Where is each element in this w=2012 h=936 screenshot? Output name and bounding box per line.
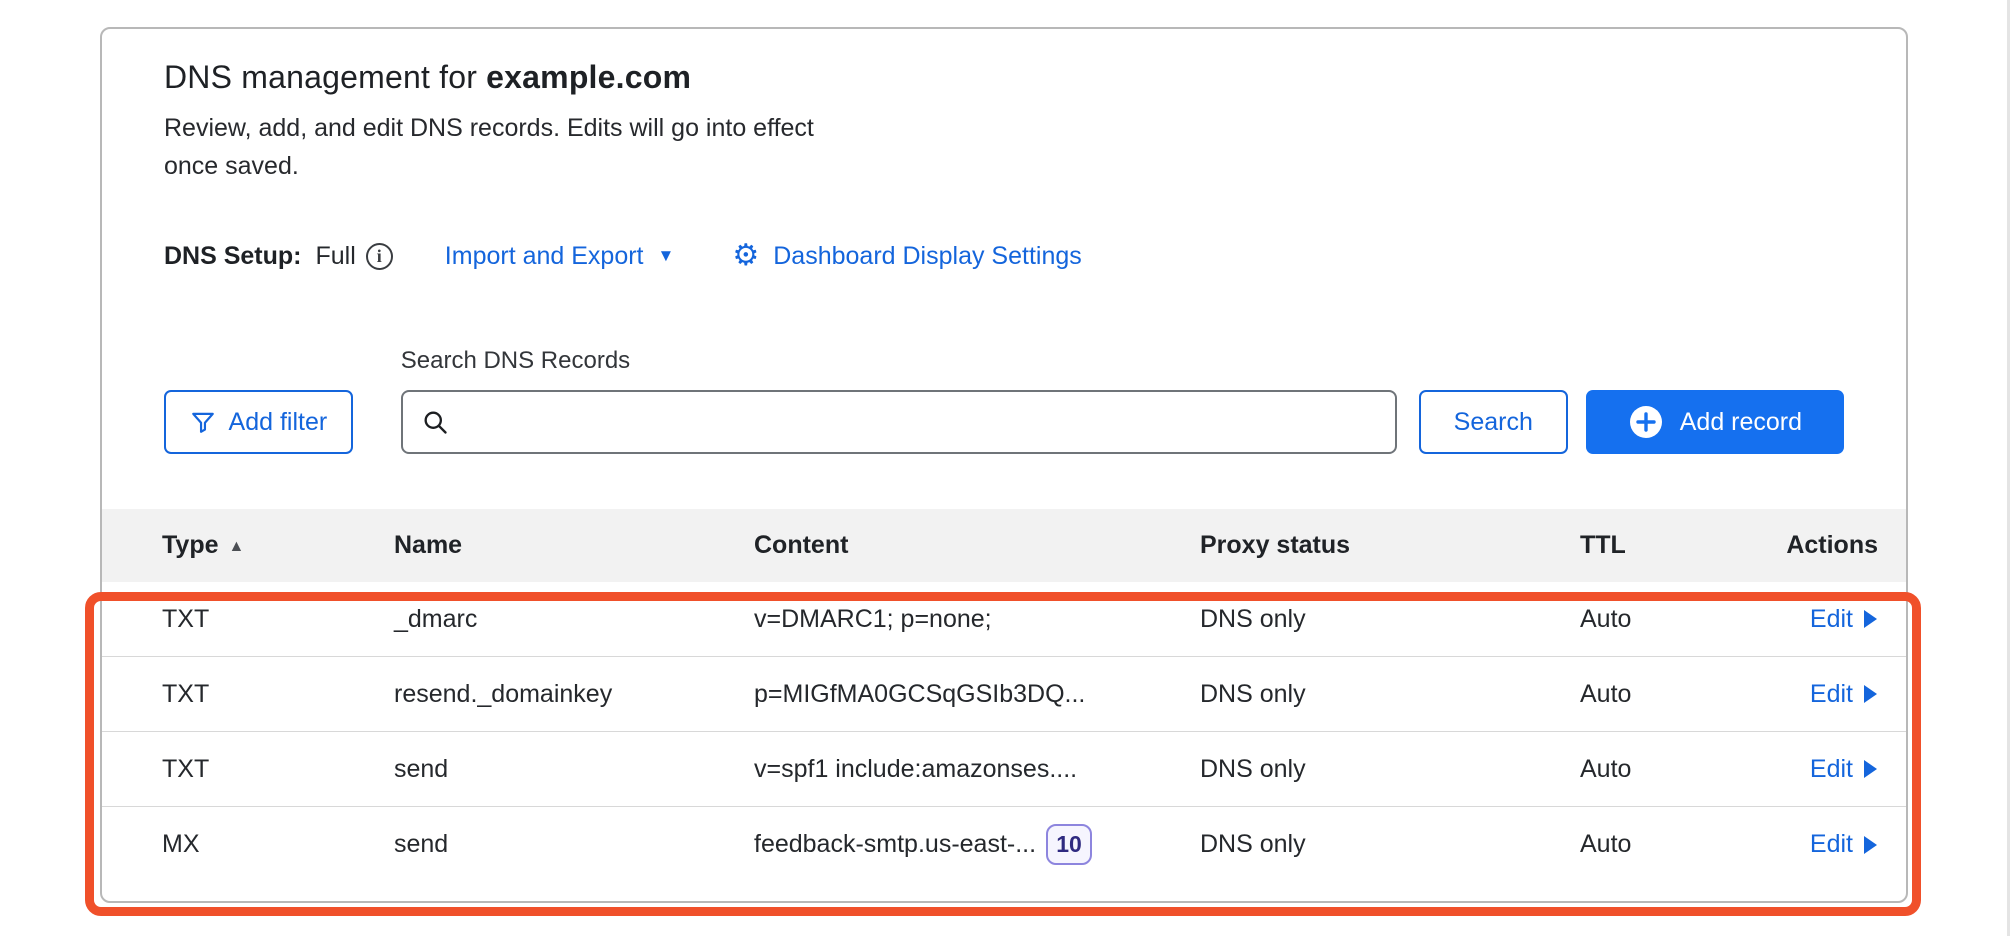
dashboard-display-settings-label: Dashboard Display Settings: [773, 242, 1082, 271]
search-label: Search DNS Records: [401, 347, 1397, 375]
column-header-content[interactable]: Content: [754, 531, 1200, 560]
cell-name: resend._domainkey: [394, 680, 754, 709]
column-header-actions: Actions: [1770, 531, 1878, 560]
cell-actions: Edit: [1770, 680, 1878, 709]
table-row: TXT resend._domainkey p=MIGfMA0GCSqGSIb3…: [102, 657, 1906, 732]
page-title-prefix: DNS management for: [164, 59, 486, 95]
column-header-type[interactable]: Type▲: [162, 531, 394, 560]
cell-proxy-status: DNS only: [1200, 605, 1580, 634]
filter-funnel-icon: [190, 409, 216, 435]
column-header-proxy-status[interactable]: Proxy status: [1200, 531, 1580, 560]
table-body: TXT _dmarc v=DMARC1; p=none; DNS only Au…: [102, 582, 1906, 882]
cell-name: send: [394, 755, 754, 784]
dns-setup-row: DNS Setup: Full i Import and Export ▼ ⚙ …: [164, 241, 1844, 271]
info-icon[interactable]: i: [366, 243, 393, 270]
column-header-ttl[interactable]: TTL: [1580, 531, 1770, 560]
cell-actions: Edit: [1770, 605, 1878, 634]
cell-type: TXT: [162, 755, 394, 784]
cell-name: _dmarc: [394, 605, 754, 634]
viewport-right-edge: [2007, 0, 2010, 936]
chevron-right-icon: [1863, 609, 1878, 629]
cell-content: feedback-smtp.us-east-... 10: [754, 824, 1200, 865]
cell-ttl: Auto: [1580, 830, 1770, 859]
page-title-domain: example.com: [486, 59, 691, 95]
search-field-group: Search DNS Records: [401, 347, 1397, 454]
search-toolbar: Add filter Search DNS Records Search: [164, 347, 1844, 454]
cell-proxy-status: DNS only: [1200, 830, 1580, 859]
dns-records-table: Type▲ Name Content Proxy status TTL Acti…: [102, 509, 1906, 882]
chevron-right-icon: [1863, 684, 1878, 704]
edit-record-link[interactable]: Edit: [1810, 755, 1878, 784]
add-filter-button[interactable]: Add filter: [164, 390, 353, 454]
table-row: MX send feedback-smtp.us-east-... 10 DNS…: [102, 807, 1906, 882]
cell-content: v=spf1 include:amazonses....: [754, 755, 1200, 784]
add-record-label: Add record: [1680, 408, 1802, 437]
search-input[interactable]: [463, 392, 1377, 452]
plus-circle-icon: [1628, 404, 1664, 440]
table-row: TXT _dmarc v=DMARC1; p=none; DNS only Au…: [102, 582, 1906, 657]
edit-record-link[interactable]: Edit: [1810, 605, 1878, 634]
cell-name: send: [394, 830, 754, 859]
edit-record-link[interactable]: Edit: [1810, 830, 1878, 859]
sort-ascending-icon: ▲: [229, 538, 245, 555]
table-row: TXT send v=spf1 include:amazonses.... DN…: [102, 732, 1906, 807]
chevron-down-icon: ▼: [658, 246, 675, 266]
import-export-dropdown[interactable]: Import and Export ▼: [445, 242, 675, 271]
gear-icon: ⚙: [732, 241, 759, 271]
search-icon: [421, 408, 449, 436]
cell-proxy-status: DNS only: [1200, 755, 1580, 784]
chevron-right-icon: [1863, 759, 1878, 779]
column-header-name[interactable]: Name: [394, 531, 754, 560]
cell-type: TXT: [162, 605, 394, 634]
cell-content: p=MIGfMA0GCSqGSIb3DQ...: [754, 680, 1200, 709]
dns-setup-label: DNS Setup:: [164, 242, 302, 271]
dns-setup-value: Full: [316, 242, 356, 271]
search-box: [401, 390, 1397, 454]
cell-ttl: Auto: [1580, 680, 1770, 709]
dashboard-display-settings-link[interactable]: ⚙ Dashboard Display Settings: [732, 241, 1081, 271]
add-record-button[interactable]: Add record: [1586, 390, 1844, 454]
add-filter-label: Add filter: [229, 408, 328, 437]
search-button[interactable]: Search: [1419, 390, 1568, 454]
import-export-label: Import and Export: [445, 242, 644, 271]
page-title: DNS management for example.com: [164, 57, 1844, 97]
page-subtitle: Review, add, and edit DNS records. Edits…: [164, 109, 832, 185]
priority-badge: 10: [1046, 824, 1092, 865]
cell-content: v=DMARC1; p=none;: [754, 605, 1200, 634]
cell-type: MX: [162, 830, 394, 859]
cell-actions: Edit: [1770, 755, 1878, 784]
cell-proxy-status: DNS only: [1200, 680, 1580, 709]
table-header-row: Type▲ Name Content Proxy status TTL Acti…: [102, 509, 1906, 582]
cell-ttl: Auto: [1580, 605, 1770, 634]
dns-management-card: DNS management for example.com Review, a…: [100, 27, 1908, 903]
chevron-right-icon: [1863, 835, 1878, 855]
cell-actions: Edit: [1770, 830, 1878, 859]
cell-type: TXT: [162, 680, 394, 709]
edit-record-link[interactable]: Edit: [1810, 680, 1878, 709]
cell-ttl: Auto: [1580, 755, 1770, 784]
